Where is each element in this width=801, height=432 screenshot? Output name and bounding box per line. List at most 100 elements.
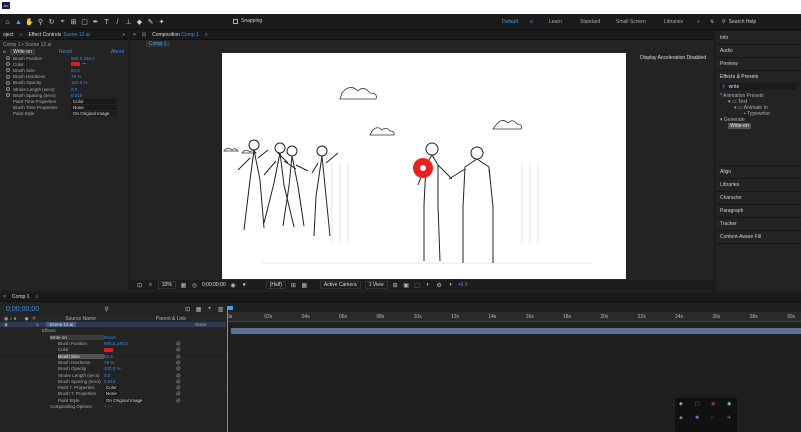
transparency-icon[interactable]: ▣	[403, 282, 410, 289]
hand-tool-icon[interactable]: ✋	[25, 18, 34, 27]
eraser-tool-icon[interactable]: ◆	[135, 18, 144, 27]
grid-icon[interactable]: ▦	[301, 282, 308, 289]
libraries-panel[interactable]: Libraries	[716, 179, 801, 192]
type-tool-icon[interactable]: T	[102, 18, 111, 27]
timeline-prop-value[interactable]: None	[104, 391, 119, 397]
pickwhip-icon[interactable]: @	[176, 379, 181, 384]
pickwhip-icon[interactable]: @	[176, 385, 181, 390]
audio-panel[interactable]: Audio	[716, 45, 801, 58]
floating-icon[interactable]: ◉	[711, 401, 715, 407]
timeline-timecode[interactable]: 0;00;00;00	[6, 306, 39, 313]
effect-prop-value[interactable]: 100.0 %	[71, 80, 88, 85]
timeline-prop-value[interactable]: On Original Image	[104, 397, 145, 403]
snapshot-icon[interactable]: ◎	[191, 282, 198, 289]
workspace-menu-icon[interactable]: ≡	[530, 19, 533, 25]
lock-icon[interactable]: ⊡	[142, 32, 146, 38]
timeline-menu-icon[interactable]: ≡	[35, 294, 38, 300]
eyedropper-icon[interactable]: ⊸	[82, 61, 86, 67]
puppet-tool-icon[interactable]: ✦	[157, 18, 166, 27]
home-icon[interactable]: ⌂	[3, 18, 12, 27]
project-tab[interactable]: oject	[3, 32, 14, 38]
effect-prop-value[interactable]: On Original Image	[71, 111, 117, 117]
workspace-libraries[interactable]: Libraries	[664, 19, 683, 25]
stopwatch-icon[interactable]	[6, 74, 10, 79]
effect-prop-value[interactable]: 985.0,340.0	[71, 56, 95, 61]
stopwatch-icon[interactable]	[6, 87, 10, 92]
floating-icon[interactable]: ✺	[695, 415, 699, 421]
clone-stamp-icon[interactable]: ⊥	[124, 18, 133, 27]
panel-overflow-icon[interactable]: »	[122, 32, 125, 38]
work-area-start[interactable]	[227, 306, 233, 310]
magnifier-icon[interactable]: ⌕	[147, 282, 154, 289]
timeline-prop-value[interactable]: Reset	[104, 335, 116, 340]
timeline-prop-row[interactable]: Compositing Options + —	[0, 404, 226, 411]
camera-dropdown[interactable]: Active Camera	[319, 281, 361, 289]
timeline-prop-value[interactable]: 0.0	[104, 373, 110, 378]
color-icon[interactable]: ●	[241, 282, 248, 289]
stopwatch-icon[interactable]	[6, 68, 10, 73]
preview-panel[interactable]: Preview	[716, 58, 801, 71]
align-panel[interactable]: Align	[716, 166, 801, 179]
comp-timecode[interactable]: 0;00;00;00	[202, 282, 226, 288]
floating-icon[interactable]: ◈	[679, 401, 683, 407]
frame-blend-icon[interactable]: ▥	[217, 306, 224, 313]
shy-icon[interactable]: ◓	[206, 306, 213, 313]
snapping-toggle[interactable]: Snapping	[233, 18, 262, 24]
floating-icon[interactable]: ⬚	[695, 401, 700, 407]
effect-prop-value[interactable]: None	[71, 105, 117, 111]
snapping-checkbox[interactable]	[233, 18, 238, 24]
fit-icon[interactable]: ▦	[180, 282, 187, 289]
effect-controls-tab[interactable]: Effect Controls	[28, 32, 61, 38]
draft-3d-icon[interactable]: ⬚	[414, 282, 421, 289]
pickwhip-icon[interactable]: @	[176, 366, 181, 371]
zoom-dropdown[interactable]: 33%	[158, 281, 177, 289]
timeline-track-area[interactable]: 0s 02s 04s 06s 08s 10s 12s 14s 16s 18s 20s 22s 24s 26…	[227, 302, 801, 432]
color-swatch[interactable]	[71, 62, 80, 67]
composition-tab[interactable]: Composition Comp 1	[152, 32, 199, 38]
stopwatch-icon[interactable]	[6, 62, 10, 67]
effect-prop-value[interactable]: 0.010	[71, 93, 82, 98]
layer-bar[interactable]	[231, 328, 801, 334]
pickwhip-icon[interactable]: @	[176, 373, 181, 378]
search-help[interactable]: ⚲ Search Help	[722, 18, 798, 26]
pickwhip-icon[interactable]: @	[176, 341, 181, 346]
sync-icon[interactable]: ⇅	[710, 19, 714, 25]
brush-tool-icon[interactable]: /	[113, 18, 122, 27]
timeline-prop-value[interactable]: + —	[104, 404, 112, 409]
pan-behind-icon[interactable]: ⊞	[69, 18, 78, 27]
effects-search[interactable]: ⚲ write	[720, 83, 797, 90]
timeline-prop-value[interactable]: 0.010	[104, 379, 115, 384]
pickwhip-icon[interactable]: @	[176, 391, 181, 396]
effect-prop-value[interactable]: Color	[71, 98, 117, 104]
pickwhip-icon[interactable]: @	[176, 347, 181, 352]
draft-3d-tl-icon[interactable]: ▦	[195, 306, 202, 313]
floating-icon[interactable]: ✈	[727, 415, 731, 421]
floating-icon[interactable]: ◌	[711, 415, 714, 421]
paragraph-panel[interactable]: Paragraph	[716, 205, 801, 218]
visibility-icon[interactable]: ◉	[4, 322, 8, 328]
panel-menu-icon[interactable]: ≡	[205, 32, 208, 38]
pickwhip-icon[interactable]: @	[176, 360, 181, 365]
workspace-small-screen[interactable]: Small Screen	[616, 19, 646, 25]
tracker-panel[interactable]: Tracker	[716, 218, 801, 231]
pickwhip-icon[interactable]: @	[176, 398, 181, 403]
effect-prop-value[interactable]: 79 %	[71, 74, 81, 79]
effect-name[interactable]: Write-on	[10, 48, 35, 55]
stopwatch-icon[interactable]	[6, 80, 10, 85]
parent-dropdown[interactable]: None	[195, 322, 206, 327]
camera-tool-icon[interactable]: ⌖	[58, 18, 67, 27]
motion-blur-icon[interactable]: ◐	[425, 282, 432, 289]
search-layers-icon[interactable]: ⚲	[103, 306, 110, 313]
time-ruler[interactable]: 0s 02s 04s 06s 08s 10s 12s 14s 16s 18s 20s 22s 24s 26…	[227, 312, 801, 322]
color-swatch[interactable]	[104, 347, 113, 352]
exposure-value[interactable]: +0.0	[458, 282, 468, 288]
playhead[interactable]	[227, 310, 228, 432]
layer-name[interactable]: Scene 12.ai	[46, 322, 77, 328]
info-panel[interactable]: Info	[716, 31, 801, 45]
always-preview-icon[interactable]: ⊡	[136, 282, 143, 289]
roi-icon[interactable]: ⊞	[290, 282, 297, 289]
reset-exposure-icon[interactable]: ◑	[447, 282, 454, 289]
content-aware-fill-panel[interactable]: Content-Aware Fill	[716, 231, 801, 244]
stopwatch-icon[interactable]	[6, 56, 10, 61]
workspace-default[interactable]: Default	[502, 19, 518, 25]
